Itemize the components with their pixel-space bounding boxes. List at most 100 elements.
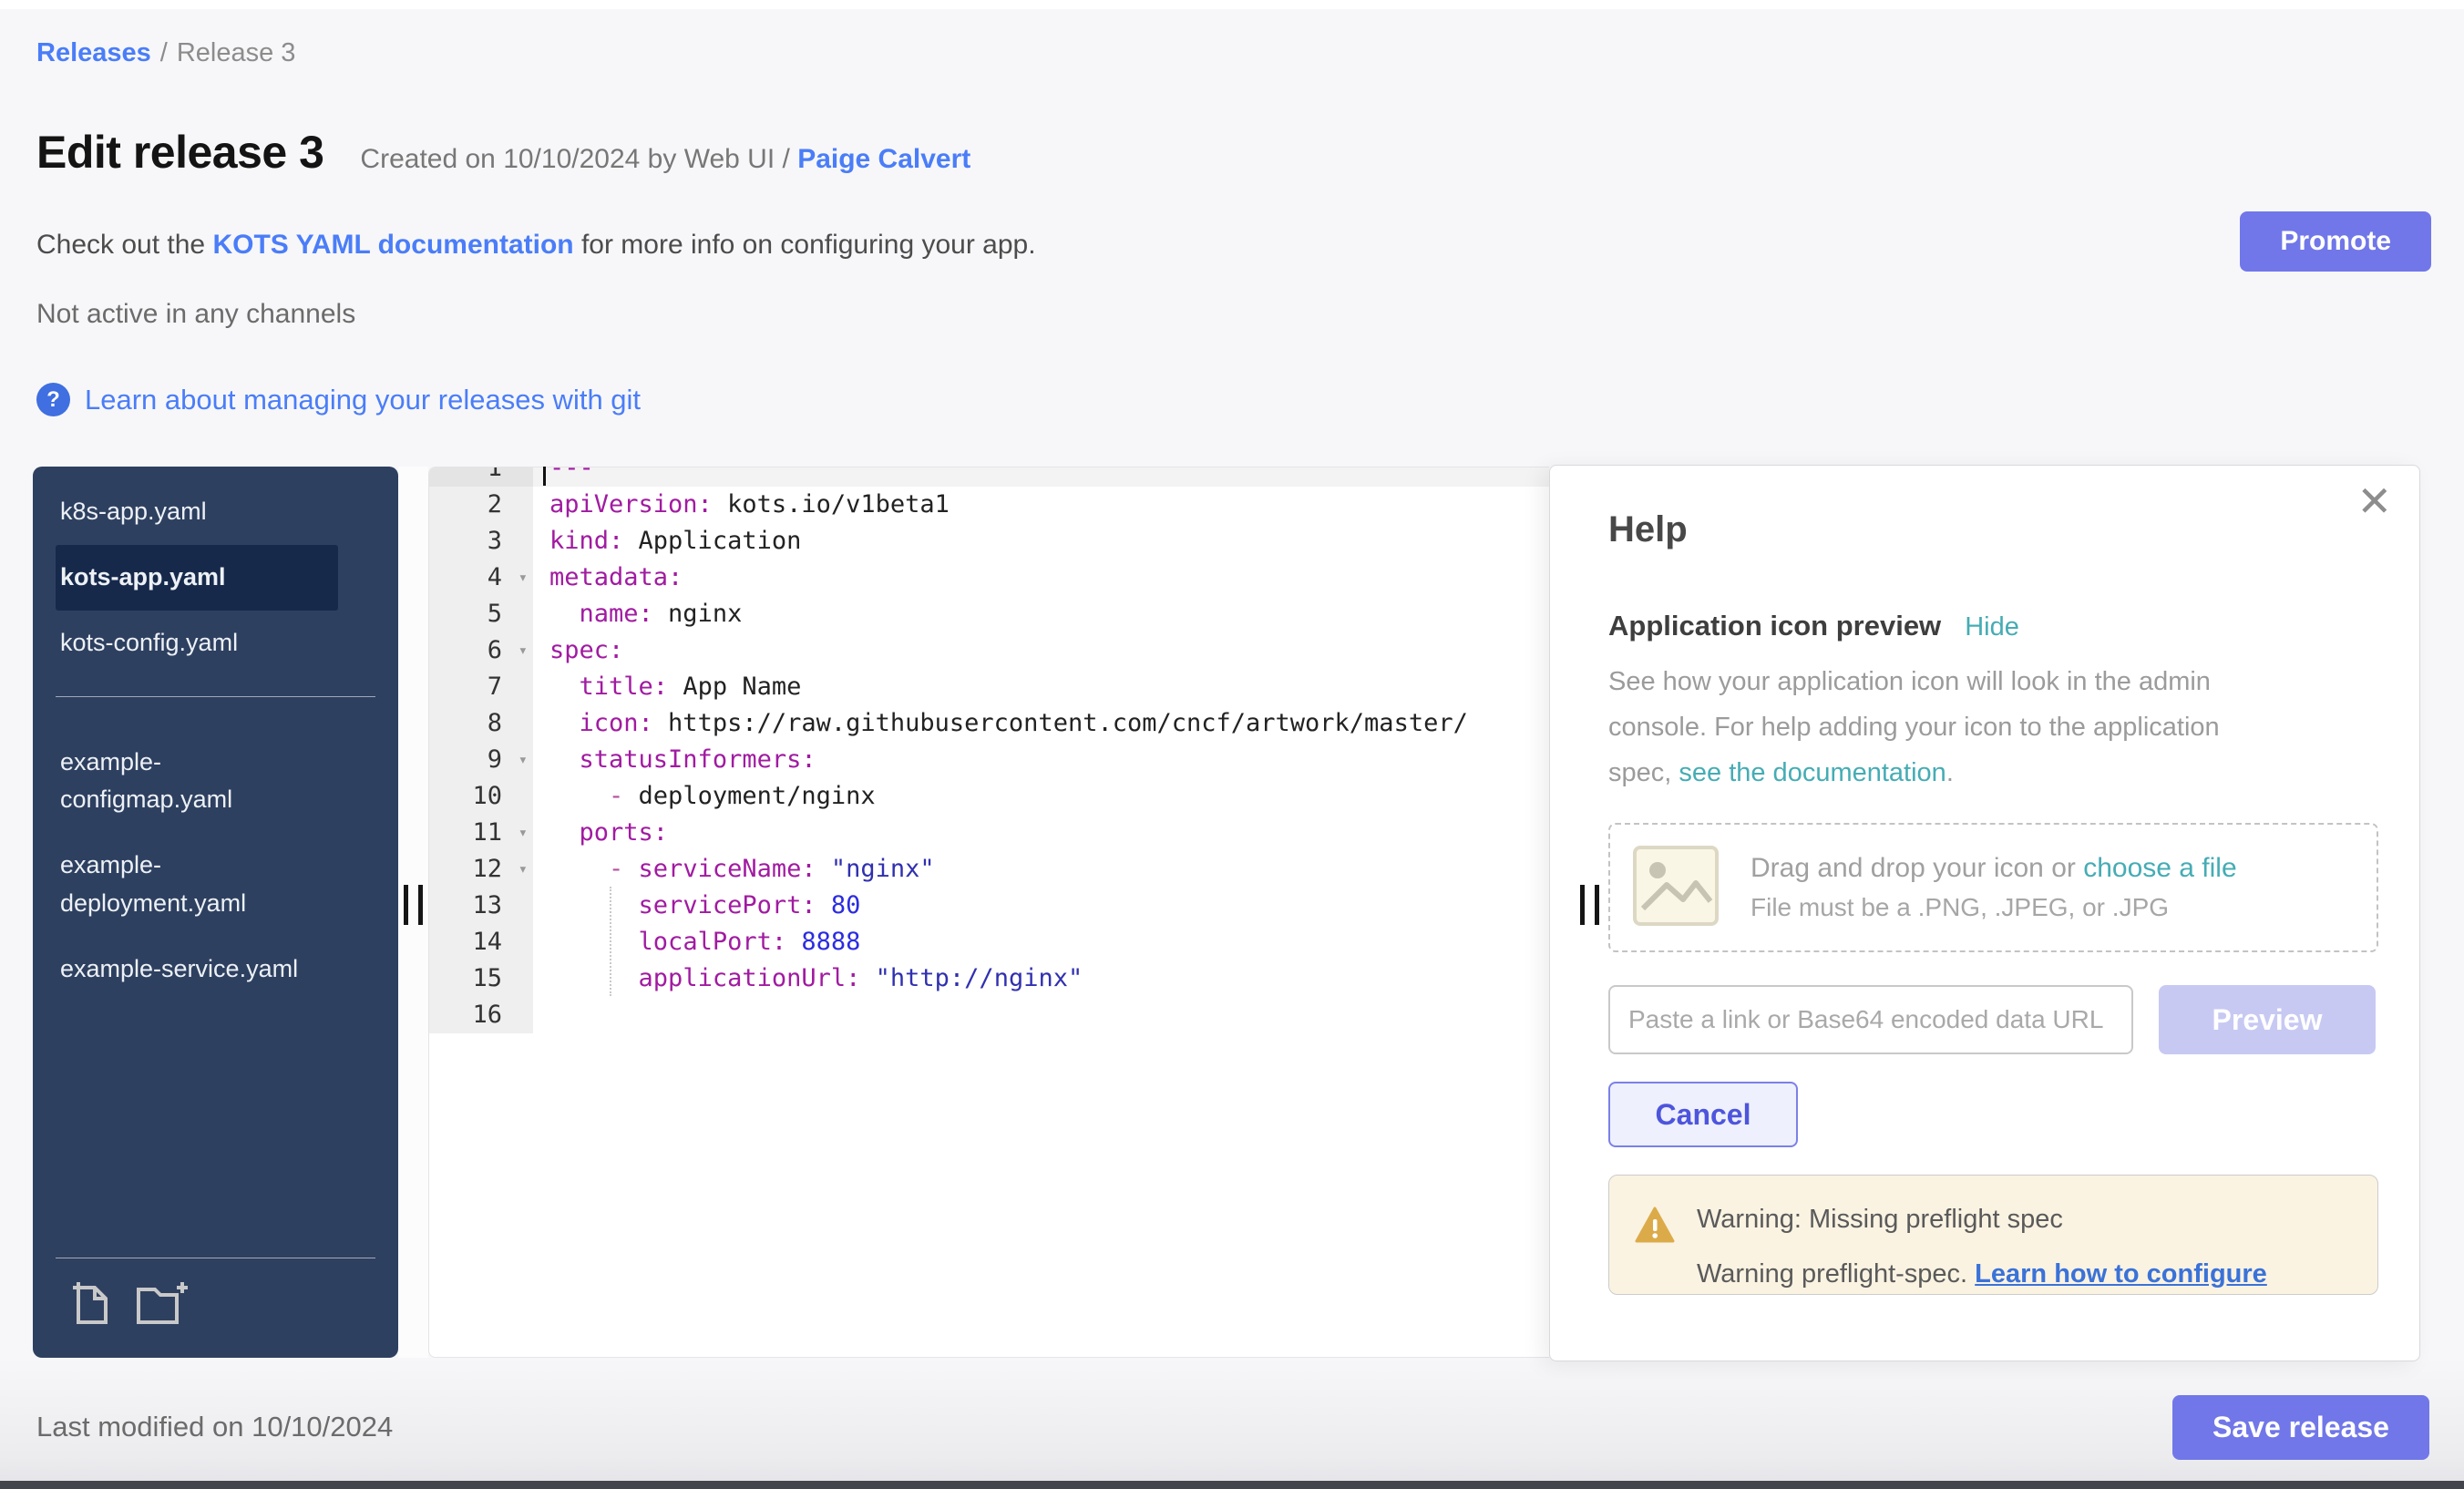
editor-line-1[interactable]: 1--- (429, 467, 1549, 487)
editor-line-9[interactable]: 9▾ statusInformers: (429, 742, 1549, 778)
icon-url-input[interactable] (1608, 985, 2133, 1054)
editor-line-12[interactable]: 12 ▾ - serviceName: "nginx" (429, 851, 1549, 888)
git-help-row[interactable]: ? Learn about managing your releases wit… (36, 383, 641, 416)
line-number: 4 (488, 560, 502, 596)
icon-dropzone[interactable]: Drag and drop your icon or choose a file… (1608, 823, 2378, 952)
page-title: Edit release 3 (36, 126, 323, 179)
editor-scroller: 1---2 apiVersion: kots.io/v1beta13kind: A… (429, 467, 1549, 1033)
line-number: 2 (488, 487, 502, 523)
file-item-k8s-app.yaml[interactable]: k8s-app.yaml (56, 479, 338, 545)
code-row: statusInformers: (533, 742, 1549, 778)
code-text: servicePort: 80 (533, 888, 1549, 924)
code-row: name: nginx (533, 596, 1549, 632)
code-row: apiVersion: kots.io/v1beta1 (533, 487, 1549, 523)
editor-line-8[interactable]: 8 icon: https://raw.githubusercontent.co… (429, 705, 1549, 742)
line-number: 6 (488, 632, 502, 669)
promote-button[interactable]: Promote (2240, 211, 2431, 272)
code-row: localPort: 8888 (533, 924, 1549, 960)
help-panel-resize-handle[interactable] (1580, 885, 1599, 925)
editor-line-2[interactable]: 2 apiVersion: kots.io/v1beta1 (429, 487, 1549, 523)
editor-line-13[interactable]: 13 servicePort: 80 (429, 888, 1549, 924)
code-text: - deployment/nginx (533, 778, 1549, 815)
gutter-cell: 11 ▾ (429, 815, 533, 851)
line-number: 8 (488, 705, 502, 742)
editor-line-15[interactable]: 15 applicationUrl: "http://nginx" (429, 960, 1549, 997)
gutter-cell: 8 (429, 705, 533, 742)
editor-line-3[interactable]: 3kind: Application (429, 523, 1549, 560)
gutter-cell: 9▾ (429, 742, 533, 778)
sidebar-actions (33, 1280, 398, 1358)
code-text: statusInformers: (533, 742, 1549, 778)
gutter-cell: 14 (429, 924, 533, 960)
editor-line-5[interactable]: 5 name: nginx (429, 596, 1549, 632)
warning-detail-text: Warning preflight-spec. (1697, 1259, 1975, 1289)
code-row: kind: Application (533, 523, 1549, 560)
help-title: Help (1608, 509, 1688, 550)
file-item-example-configmap.yaml[interactable]: example-configmap.yaml (56, 730, 338, 834)
gutter-cell: 5 (429, 596, 533, 632)
file-item-example-service.yaml[interactable]: example-service.yaml (56, 937, 338, 1002)
file-item-kots-app.yaml[interactable]: kots-app.yaml (56, 545, 338, 611)
docs-post: for more info on configuring your app. (574, 230, 1036, 260)
editor-line-11[interactable]: 11▾ ports: (429, 815, 1549, 851)
add-folder-icon[interactable] (135, 1280, 191, 1330)
code-text: - serviceName: "nginx" (533, 851, 1549, 888)
edit-release-page: Releases/Release 3 Edit release 3 Create… (0, 0, 2464, 1489)
breadcrumb: Releases/Release 3 (36, 38, 295, 68)
code-row: spec: (533, 632, 1549, 669)
fold-arrow-icon[interactable]: ▾ (518, 815, 528, 851)
warning-title: Warning: Missing preflight spec (1697, 1205, 2063, 1235)
help-desc-period: . (1946, 758, 1954, 787)
configure-preflight-link[interactable]: Learn how to configure (1975, 1259, 2267, 1289)
gutter-cell: 2 (429, 487, 533, 523)
fold-arrow-icon[interactable]: ▾ (518, 560, 528, 596)
fold-arrow-icon[interactable]: ▾ (518, 851, 528, 888)
author-link[interactable]: Paige Calvert (797, 144, 970, 174)
line-number: 11 (472, 815, 502, 851)
file-item-example-deployment.yaml[interactable]: example-deployment.yaml (56, 833, 338, 937)
close-icon[interactable]: ✕ (2356, 480, 2392, 522)
gutter-cell: 7 (429, 669, 533, 705)
kots-docs-link[interactable]: KOTS YAML documentation (212, 230, 573, 260)
dropzone-text: Drag and drop your icon or choose a file… (1750, 853, 2237, 922)
line-number: 7 (488, 669, 502, 705)
line-number: 14 (472, 924, 502, 960)
file-groups: k8s-app.yamlkots-app.yamlkots-config.yam… (33, 467, 398, 1002)
gutter-cell: 13 (429, 888, 533, 924)
editor-line-7[interactable]: 7 title: App Name (429, 669, 1549, 705)
cancel-button[interactable]: Cancel (1608, 1082, 1798, 1147)
editor-line-10[interactable]: 10 - deployment/nginx (429, 778, 1549, 815)
gutter-cell: 1 (429, 467, 533, 487)
editor-line-16[interactable]: 16 (429, 997, 1549, 1033)
gutter-cell: 16 (429, 997, 533, 1033)
yaml-editor[interactable]: 1---2 apiVersion: kots.io/v1beta13kind: A… (428, 467, 1549, 1358)
fold-arrow-icon[interactable]: ▾ (518, 632, 528, 669)
code-row (533, 997, 1549, 1033)
editor-cursor (543, 467, 546, 486)
image-placeholder-icon (1632, 845, 1720, 931)
editor-line-4[interactable]: 4▾metadata: (429, 560, 1549, 596)
code-text: applicationUrl: "http://nginx" (533, 960, 1549, 997)
fold-arrow-icon[interactable]: ▾ (518, 742, 528, 778)
file-item-kots-config.yaml[interactable]: kots-config.yaml (56, 611, 338, 676)
line-number: 10 (472, 778, 502, 815)
indent-guide (610, 887, 611, 996)
hide-link[interactable]: Hide (1965, 612, 2019, 642)
question-icon: ? (36, 383, 70, 416)
gutter-cell: 12 ▾ (429, 851, 533, 888)
warning-detail: Warning preflight-spec. Learn how to con… (1697, 1259, 2267, 1289)
line-number: 12 (472, 851, 502, 888)
choose-file-link[interactable]: choose a file (2083, 853, 2236, 883)
breadcrumb-releases-link[interactable]: Releases (36, 38, 151, 67)
preview-button[interactable]: Preview (2159, 985, 2376, 1054)
git-help-link[interactable]: Learn about managing your releases with … (85, 384, 641, 416)
editor-line-14[interactable]: 14 localPort: 8888 (429, 924, 1549, 960)
code-row: - deployment/nginx (533, 778, 1549, 815)
dropzone-prompt: Drag and drop your icon or (1750, 853, 2083, 883)
see-documentation-link[interactable]: see the documentation (1679, 758, 1946, 787)
bottom-edge-bar (0, 1481, 2464, 1489)
editor-line-6[interactable]: 6 ▾spec: (429, 632, 1549, 669)
add-file-icon[interactable] (69, 1280, 111, 1330)
save-release-button[interactable]: Save release (2172, 1395, 2429, 1460)
sidebar-resize-handle[interactable] (404, 885, 423, 925)
